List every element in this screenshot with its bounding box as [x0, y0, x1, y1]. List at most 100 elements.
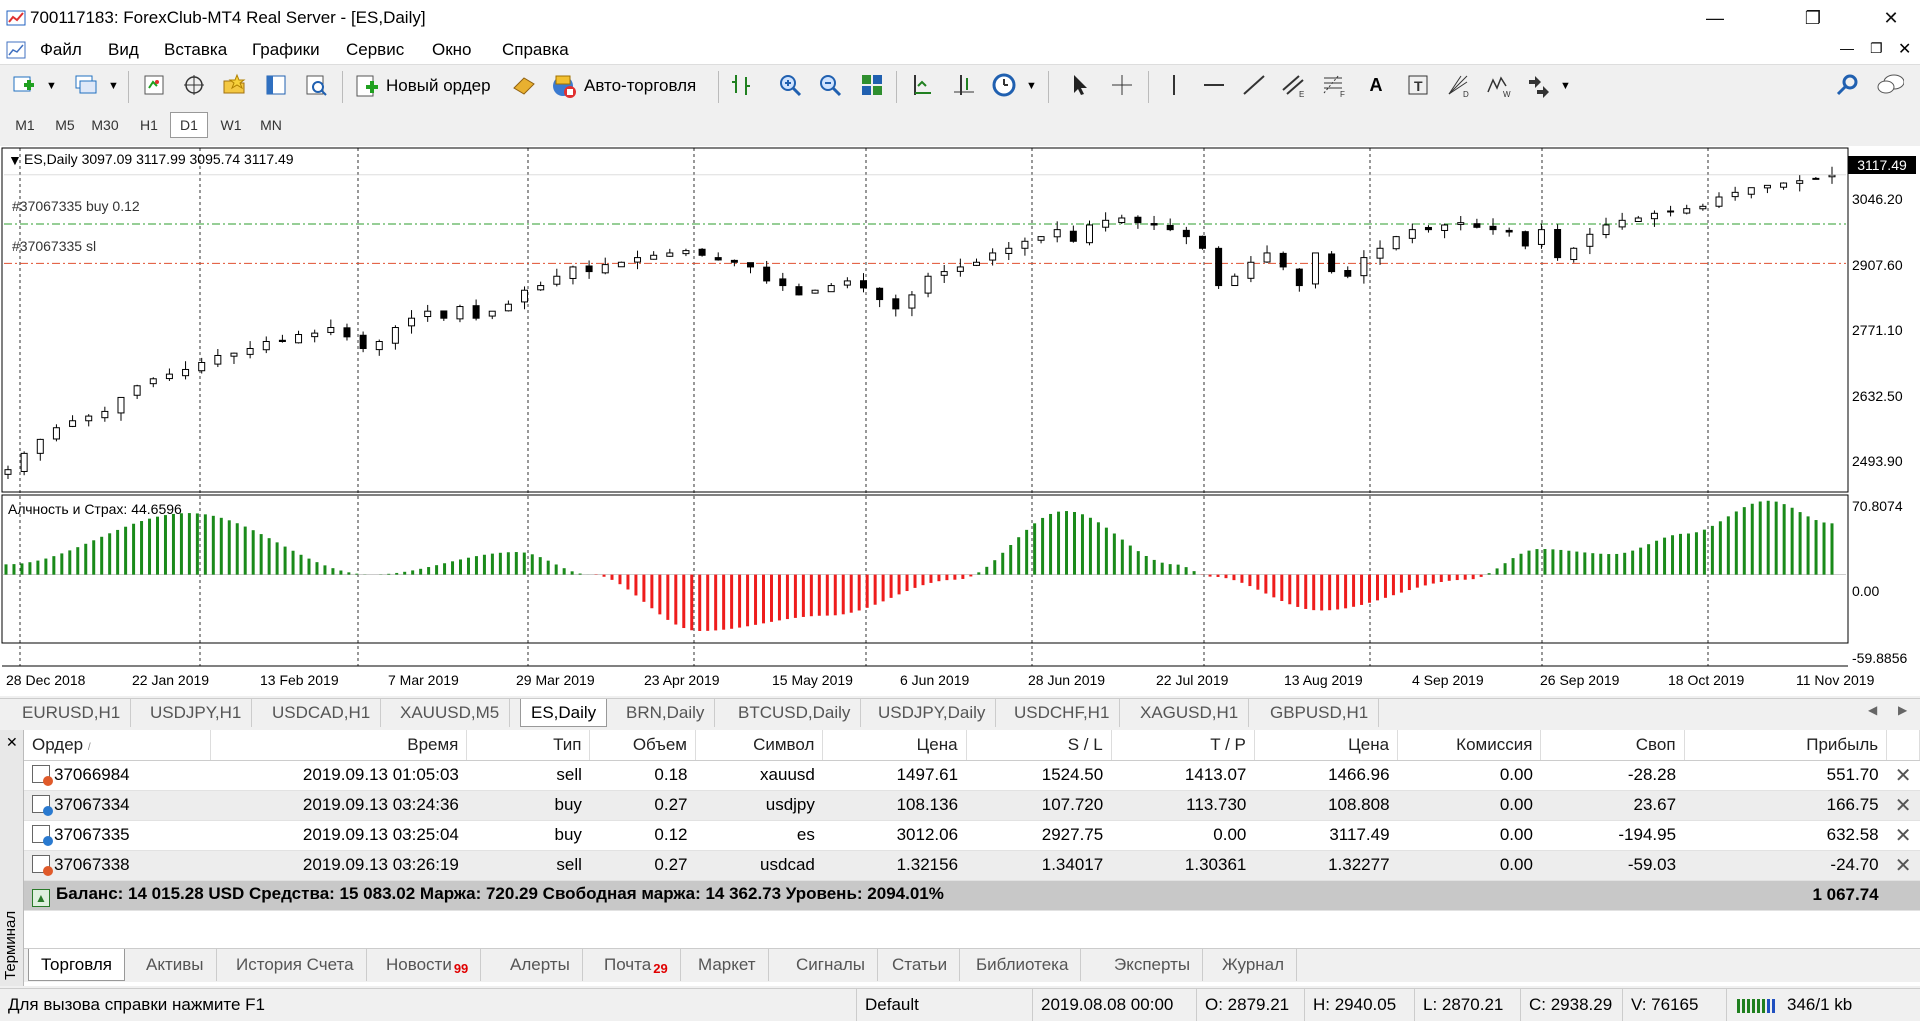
vertical-line-icon[interactable] — [1160, 71, 1188, 99]
tab-scroll-left-icon[interactable]: ◀ — [1868, 703, 1877, 717]
metaeditor-icon[interactable] — [510, 71, 538, 99]
period-m1[interactable]: M1 — [6, 112, 44, 138]
order-row[interactable]: 37067335 2019.09.13 03:25:04 buy 0.12 es 3012… — [24, 820, 1920, 851]
mdi-close-button[interactable]: ✕ — [1898, 39, 1911, 59]
col-profit[interactable]: Прибыль — [1684, 730, 1888, 761]
terminal-tab[interactable]: Новости 99 — [374, 949, 482, 981]
terminal-tab[interactable]: Маркет — [686, 949, 769, 981]
col-time[interactable]: Время — [210, 730, 468, 761]
col-symbol[interactable]: Символ — [695, 730, 824, 761]
chat-icon[interactable] — [1876, 71, 1904, 99]
close-order-icon[interactable]: ✕ — [1886, 850, 1920, 881]
order-row[interactable]: 37067338 2019.09.13 03:26:19 sell 0.27 usdca… — [24, 850, 1920, 881]
chart-window-icon[interactable] — [6, 40, 26, 60]
terminal-tab[interactable]: Торговля — [28, 949, 126, 981]
market-watch-icon[interactable] — [140, 71, 168, 99]
chart-tab[interactable]: USDJPY,Daily — [868, 699, 997, 727]
terminal-tab[interactable]: Алерты — [498, 949, 583, 981]
chart-tab[interactable]: XAUUSD,M5 — [390, 699, 511, 727]
fibonacci-icon[interactable]: F — [1320, 71, 1348, 99]
col-commission[interactable]: Комиссия — [1397, 730, 1542, 761]
period-w1[interactable]: W1 — [212, 112, 250, 138]
profiles-icon[interactable] — [72, 71, 100, 99]
arrows-icon[interactable] — [1524, 71, 1552, 99]
new-order-button[interactable]: Новый ордер — [354, 71, 491, 101]
order-row[interactable]: 37066984 2019.09.13 01:05:03 sell 0.18 xauus… — [24, 760, 1920, 791]
col-type[interactable]: Тип — [466, 730, 591, 761]
arrows-dropdown-icon[interactable]: ▼ — [1560, 71, 1571, 101]
col-current-price[interactable]: Цена — [1254, 730, 1399, 761]
profiles-dropdown-icon[interactable]: ▼ — [108, 71, 119, 101]
period-d1[interactable]: D1 — [170, 112, 208, 138]
new-chart-icon[interactable] — [10, 71, 38, 99]
close-order-icon[interactable]: ✕ — [1886, 760, 1920, 791]
chart-shift-icon[interactable] — [908, 71, 936, 99]
menu-help[interactable]: Справка — [502, 40, 569, 60]
price-chart[interactable] — [0, 146, 1920, 696]
order-row[interactable]: 37067334 2019.09.13 03:24:36 buy 0.27 usdjpy… — [24, 790, 1920, 821]
menu-insert[interactable]: Вставка — [164, 40, 227, 60]
gann-fan-icon[interactable]: D — [1444, 71, 1472, 99]
terminal-tab[interactable]: Библиотека — [964, 949, 1082, 981]
terminal-tab[interactable]: Эксперты — [1102, 949, 1204, 981]
terminal-tab[interactable]: Журнал — [1210, 949, 1298, 981]
navigator-icon[interactable] — [220, 71, 248, 99]
col-order[interactable]: Ордер / — [24, 730, 212, 761]
period-m5[interactable]: M5 — [46, 112, 84, 138]
terminal-close-icon[interactable]: ✕ — [6, 734, 18, 751]
terminal-tab[interactable]: Почта 29 — [592, 949, 681, 981]
zoom-out-icon[interactable] — [816, 71, 844, 99]
mdi-restore-button[interactable]: ❐ — [1870, 40, 1883, 57]
andrews-pitchfork-icon[interactable]: W — [1484, 71, 1512, 99]
chart-collapse-icon[interactable]: ▼ — [8, 152, 22, 168]
terminal-icon[interactable] — [262, 71, 290, 99]
period-mn[interactable]: MN — [252, 112, 290, 138]
col-sl[interactable]: S / L — [966, 730, 1112, 761]
cursor-icon[interactable] — [1066, 71, 1094, 99]
chart-tab[interactable]: USDJPY,H1 — [140, 699, 253, 727]
chart-tab[interactable]: XAGUSD,H1 — [1130, 699, 1250, 727]
close-order-icon[interactable]: ✕ — [1886, 820, 1920, 851]
horizontal-line-icon[interactable] — [1200, 71, 1228, 99]
crosshair-icon[interactable] — [1108, 71, 1136, 99]
equidistant-channel-icon[interactable]: E — [1280, 71, 1308, 99]
terminal-tab[interactable]: Активы — [134, 949, 217, 981]
terminal-tab[interactable]: История Счета — [224, 949, 367, 981]
chart-tab[interactable]: BRN,Daily — [616, 699, 716, 727]
terminal-tab[interactable]: Сигналы — [784, 949, 878, 981]
strategy-tester-icon[interactable] — [302, 71, 330, 99]
terminal-tab[interactable]: Статьи — [880, 949, 961, 981]
period-h1[interactable]: H1 — [130, 112, 168, 138]
trendline-icon[interactable] — [1240, 71, 1268, 99]
menu-charts[interactable]: Графики — [252, 40, 320, 60]
chart-tab-active[interactable]: ES,Daily — [520, 699, 608, 727]
col-volume[interactable]: Объем — [589, 730, 696, 761]
auto-scroll-icon[interactable] — [950, 71, 978, 99]
close-order-icon[interactable]: ✕ — [1886, 790, 1920, 821]
chart-area[interactable]: ▼ ES,Daily 3097.09 3117.99 3095.74 3117.… — [0, 146, 1920, 696]
maximize-button[interactable]: ❐ — [1784, 0, 1842, 36]
menu-view[interactable]: Вид — [108, 40, 139, 60]
period-m30[interactable]: M30 — [86, 112, 124, 138]
search-icon[interactable] — [1834, 71, 1862, 99]
bar-chart-icon[interactable] — [728, 71, 756, 99]
tab-scroll-right-icon[interactable]: ▶ — [1898, 703, 1907, 717]
status-profile[interactable]: Default — [856, 989, 1036, 1021]
status-connection[interactable]: 346/1 kb — [1726, 989, 1920, 1021]
data-window-icon[interactable] — [180, 71, 208, 99]
chart-tab[interactable]: BTCUSD,Daily — [728, 699, 862, 727]
tile-windows-icon[interactable] — [858, 71, 886, 99]
mdi-minimize-button[interactable]: — — [1840, 40, 1854, 56]
menu-file[interactable]: Файл — [40, 40, 82, 60]
close-button[interactable]: ✕ — [1862, 0, 1920, 36]
menu-window[interactable]: Окно — [432, 40, 472, 60]
col-tp[interactable]: T / P — [1111, 730, 1255, 761]
text-label-icon[interactable]: T — [1404, 71, 1432, 99]
text-tool-icon[interactable]: A — [1362, 71, 1390, 99]
chart-tab[interactable]: USDCHF,H1 — [1004, 699, 1121, 727]
periods-dropdown-icon[interactable]: ▼ — [1026, 71, 1037, 101]
minimize-button[interactable]: — — [1686, 0, 1744, 36]
chart-tab[interactable]: GBPUSD,H1 — [1260, 699, 1380, 727]
col-swap[interactable]: Своп — [1540, 730, 1685, 761]
chart-tab[interactable]: USDCAD,H1 — [262, 699, 382, 727]
